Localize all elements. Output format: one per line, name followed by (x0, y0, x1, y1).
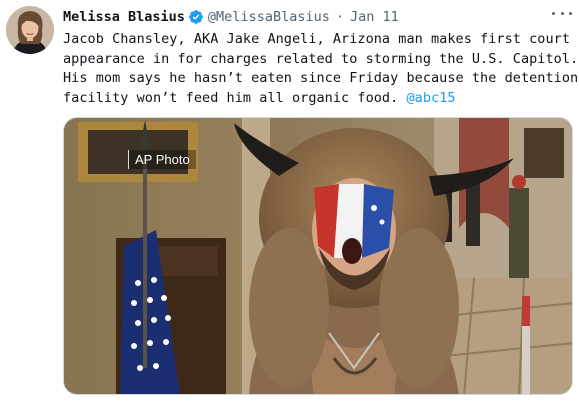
verified-badge-icon (188, 9, 204, 25)
tweet-text-line: His mom says he hasn’t eaten since Frida… (63, 70, 579, 86)
mention-link[interactable]: @abc15 (406, 90, 455, 106)
tweet-text: Jacob Chansley, AKA Jake Angeli, Arizona… (63, 30, 579, 109)
tweet-date[interactable]: Jan 11 (350, 9, 399, 25)
avatar-photo (6, 6, 54, 54)
more-options-icon[interactable] (552, 6, 572, 20)
tweet-card[interactable]: Melissa Blasius @MelissaBlasius · Jan 11… (0, 0, 579, 401)
tweet-text-line: appearance in for charges related to sto… (63, 50, 579, 67)
author-handle[interactable]: @MelissaBlasius (208, 9, 330, 25)
photo-credit: AP Photo (128, 150, 196, 169)
author-avatar[interactable] (6, 6, 54, 54)
author-name[interactable]: Melissa Blasius (63, 9, 185, 25)
tweet-text-line: facility won’t feed him all organic food… (63, 89, 575, 109)
tweet-text-line: Jacob Chansley, AKA Jake Angeli, Arizona… (63, 31, 571, 47)
tweet-photo[interactable]: AP Photo (63, 117, 573, 395)
tweet-text-last: facility won’t feed him all organic food… (63, 89, 399, 106)
tweet-header: Melissa Blasius @MelissaBlasius · Jan 11 (63, 8, 399, 26)
header-separator: · (335, 9, 344, 25)
